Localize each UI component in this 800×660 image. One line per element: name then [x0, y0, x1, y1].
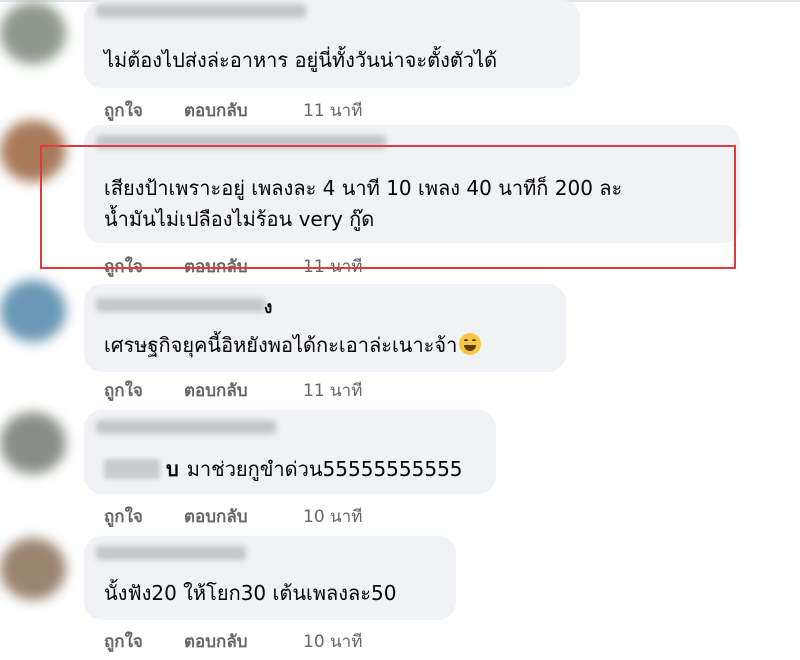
reply-button[interactable]: ตอบกลับ: [184, 628, 248, 655]
comment-timestamp[interactable]: 10 นาที: [303, 503, 362, 530]
commenter-name-redacted[interactable]: [96, 420, 276, 434]
comment-text: นั้งฟัง20 ให้โยก30 เต้นเพลงละ50: [104, 581, 397, 605]
comment-text-body: มาช่วยกูขำด่วน55555555555: [186, 457, 463, 481]
avatar[interactable]: [0, 280, 66, 342]
like-button[interactable]: ถูกใจ: [104, 97, 143, 124]
commenter-name-redacted[interactable]: [96, 546, 246, 560]
highlight-box: [40, 145, 736, 269]
comment-text: เศรษฐกิจยุคนี้อิหยังพอได้กะเอาล่ะเนาะจ้า: [104, 330, 482, 360]
comment-timestamp[interactable]: 11 นาที: [303, 97, 362, 124]
commenter-name-redacted[interactable]: [104, 459, 160, 479]
comment-timestamp[interactable]: 11 นาที: [303, 377, 362, 404]
commenter-name-redacted[interactable]: [96, 4, 306, 18]
commenter-name-redacted[interactable]: [96, 298, 266, 312]
commenter-name-fragment: บ: [166, 457, 179, 481]
comment-text: บ มาช่วยกูขำด่วน55555555555: [104, 454, 463, 484]
comment-timestamp[interactable]: 10 นาที: [303, 628, 362, 655]
avatar[interactable]: [0, 2, 66, 64]
like-button[interactable]: ถูกใจ: [104, 628, 143, 655]
reply-button[interactable]: ตอบกลับ: [184, 97, 248, 124]
avatar[interactable]: [0, 538, 66, 600]
reply-button[interactable]: ตอบกลับ: [184, 377, 248, 404]
like-button[interactable]: ถูกใจ: [104, 377, 143, 404]
commenter-name-fragment: ง: [264, 298, 273, 318]
reply-button[interactable]: ตอบกลับ: [184, 503, 248, 530]
comment-text: ไม่ต้องไปส่งล่ะอาหาร อยู่นี่ทั้งวันน่าจะ…: [104, 48, 498, 72]
comment-text-body: เศรษฐกิจยุคนี้อิหยังพอได้กะเอาล่ะเนาะจ้า: [104, 333, 458, 357]
grinning-squinting-face-icon: [459, 333, 482, 355]
like-button[interactable]: ถูกใจ: [104, 503, 143, 530]
avatar[interactable]: [0, 412, 66, 474]
